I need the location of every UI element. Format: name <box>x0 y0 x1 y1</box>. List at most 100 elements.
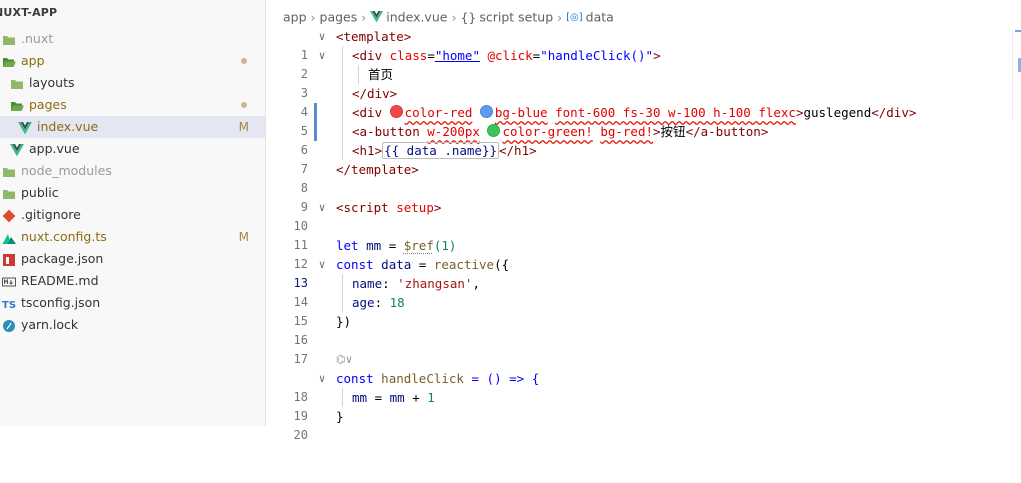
tree-item-label: README.md <box>21 273 99 288</box>
code-token: font-600 fs-30 w-100 h-100 flexc <box>555 105 796 120</box>
code-line[interactable]: 16 }) <box>266 312 1021 347</box>
fold-chevron-icon[interactable]: ∨ <box>315 255 329 274</box>
svg-text:TS: TS <box>2 300 16 311</box>
tree-item-label: .nuxt <box>21 31 54 46</box>
code-token: let <box>336 238 359 253</box>
code-line[interactable]: 1 ∨ <template> <box>266 27 1021 62</box>
color-swatch-green[interactable] <box>487 124 501 137</box>
tree-item[interactable]: public <box>0 182 265 204</box>
tree-item-label: app.vue <box>29 141 80 156</box>
code-token: bg-blue <box>494 105 548 120</box>
code-line[interactable]: 10 ∨ <script setup> <box>266 198 1021 233</box>
code-line[interactable]: 3 首页 <box>266 65 1021 100</box>
fold-chevron-icon[interactable]: ∨ <box>315 27 329 46</box>
code-token: 18 <box>389 295 405 310</box>
code-line[interactable]: 12 let mm = $ref(1) <box>266 236 1021 271</box>
codelens-icon[interactable]: ⌬∨ <box>336 350 352 369</box>
code-token: = <box>427 48 435 63</box>
fold-chevron-icon[interactable]: ∨ <box>315 46 329 65</box>
file-tree: .nuxt app layouts pages index.vue M app.vue nod… <box>0 28 265 336</box>
fold-chevron-icon[interactable]: ∨ <box>315 198 329 217</box>
braces-icon: {} <box>460 9 477 25</box>
tree-item-label: nuxt.config.ts <box>21 229 107 244</box>
code-token: const <box>336 371 374 386</box>
code-line[interactable]: 5 <div color-red bg-blue font-600 fs-30 … <box>266 103 1021 138</box>
code-token: <h1> <box>352 143 383 158</box>
git-status-badge: M <box>238 120 249 134</box>
tree-item[interactable]: app.vue <box>0 138 265 160</box>
code-token: name <box>352 276 383 291</box>
code-editor[interactable]: app › pages › index.vue ›{} script setup › [◎] da… <box>266 0 1021 442</box>
tree-item[interactable]: app <box>0 50 265 72</box>
tree-item[interactable]: TS tsconfig.json <box>0 292 265 314</box>
code-token: } <box>336 409 344 424</box>
code-token: mm <box>366 238 382 253</box>
code-token: <a-button <box>352 124 428 139</box>
tree-item[interactable]: node_modules <box>0 160 265 182</box>
fold-chevron-icon[interactable]: ∨ <box>315 369 329 388</box>
color-swatch-red[interactable] <box>389 105 403 118</box>
code-token: }) <box>336 314 352 329</box>
code-line[interactable]: 11 <box>266 217 1021 252</box>
tree-item-label: app <box>21 53 45 68</box>
breadcrumb-file[interactable]: index.vue <box>386 10 447 25</box>
tree-item[interactable]: .nuxt <box>0 28 265 50</box>
tree-item[interactable]: nuxt.config.ts M <box>0 226 265 248</box>
tree-item[interactable]: layouts <box>0 72 265 94</box>
code-line[interactable]: 8 </template> <box>266 160 1021 195</box>
code-token: color-green! <box>502 124 593 139</box>
tree-item[interactable]: README.md <box>0 270 265 292</box>
code-token: mm <box>389 390 405 405</box>
chevron-right-icon: › <box>361 9 367 25</box>
explorer-sidebar: NUXT-APP .nuxt app layouts pages index.vue Ma… <box>0 0 266 426</box>
code-lines[interactable]: 1 ∨ <template> 2 ∨ <div class="home" @cl… <box>266 27 1021 442</box>
code-line[interactable]: 4 </div> <box>266 84 1021 119</box>
tree-item-label: public <box>21 185 59 200</box>
code-token: 按钮 <box>660 124 686 139</box>
code-line[interactable]: 19 mm = mm + 1 <box>266 388 1021 423</box>
breadcrumb-scope[interactable]: script setup <box>479 10 553 25</box>
codelens[interactable]: ⌬∨ <box>266 350 1021 369</box>
code-line[interactable]: 18 ∨ const handleClick = () => { <box>266 369 1021 404</box>
code-token: $ref <box>403 238 434 253</box>
code-line[interactable]: 13 ∨ const data = reactive({ <box>266 255 1021 290</box>
tree-item-label: node_modules <box>21 163 112 178</box>
code-line[interactable]: 20 } <box>266 407 1021 442</box>
color-swatch-blue[interactable] <box>479 105 493 118</box>
code-line[interactable]: 14 name: 'zhangsan', <box>266 274 1021 309</box>
chevron-right-icon: › <box>310 9 316 25</box>
breadcrumb-symbol[interactable]: data <box>586 10 614 25</box>
chevron-right-icon: › <box>451 9 457 25</box>
tree-item[interactable]: yarn.lock <box>0 314 265 336</box>
git-icon <box>2 208 16 223</box>
code-line[interactable]: 17 <box>266 331 1021 366</box>
code-line[interactable]: 7 <h1>{{ data .name}} </h1> <box>266 141 1021 176</box>
code-token: "handleClick()" <box>540 48 654 63</box>
code-line[interactable]: 15 age: 18 <box>266 293 1021 328</box>
breadcrumb: app › pages › index.vue ›{} script setup › [◎] da… <box>283 7 614 27</box>
code-token: "home" <box>434 48 480 63</box>
code-token: 'zhangsan' <box>397 276 473 291</box>
tree-item[interactable]: package.json <box>0 248 265 270</box>
tree-item[interactable]: .gitignore <box>0 204 265 226</box>
code-line[interactable]: 6 <a-button w-200px color-green! bg-red!… <box>266 122 1021 157</box>
code-line[interactable]: 9 <box>266 179 1021 214</box>
yarn-icon <box>2 318 16 332</box>
code-token: <div <box>352 48 390 63</box>
code-line[interactable]: 2 ∨ <div class="home" @click="handleClic… <box>266 46 1021 81</box>
git-modified-indicator[interactable] <box>314 103 317 122</box>
code-token: 1 <box>427 390 435 405</box>
git-modified-indicator[interactable] <box>314 122 317 141</box>
code-token: data <box>381 257 412 272</box>
overview-ruler[interactable] <box>1012 30 1021 120</box>
code-token: = () => { <box>463 371 540 386</box>
code-token: handleClick <box>381 371 464 386</box>
breadcrumb-pages[interactable]: pages <box>320 10 358 25</box>
tree-item-label: yarn.lock <box>21 317 79 332</box>
code-token: w-200px <box>427 124 480 139</box>
tree-item-label: layouts <box>29 75 75 90</box>
tree-item[interactable]: index.vue M <box>0 116 265 138</box>
tree-item[interactable]: pages <box>0 94 265 116</box>
code-token: = <box>411 257 434 272</box>
breadcrumb-app[interactable]: app <box>283 10 307 25</box>
